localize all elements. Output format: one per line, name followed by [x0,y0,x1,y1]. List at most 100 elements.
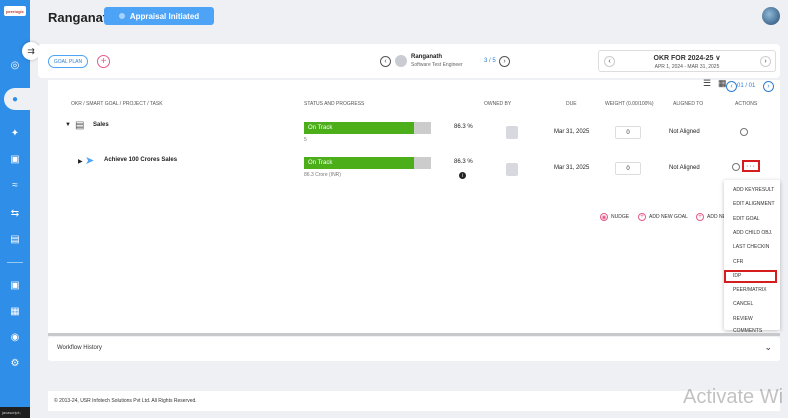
menu-item-review-comments[interactable]: REVIEW COMMENTS [724,313,780,334]
workflow-history-panel[interactable]: Workflow History ⌄ [48,337,780,361]
goal-plan-button[interactable]: GOAL PLAN [48,55,88,68]
goal-name[interactable]: Achieve 100 Crores Sales [104,157,177,163]
chart-icon[interactable]: ≈ [8,178,22,192]
top-bar: Ranganath Appraisal Initiated [30,0,788,36]
status-label: On Track [308,160,333,166]
progress-sub-value: 86.3 Crore (INR) [304,172,341,178]
aligned-status: Not Aligned [669,165,700,171]
chevron-down-icon[interactable]: ⌄ [764,342,772,353]
status-dot-icon [118,13,125,19]
progress-bar: On Track [304,157,431,169]
okr-title: OKR FOR 2024-25 ∨ [653,55,721,62]
page-footer: © 2013-24, USR Infotech Solutions Pvt Lt… [48,391,780,411]
team-icon[interactable]: ● [8,92,22,106]
progress-percent: 86.3 % [454,159,473,165]
employee-avatar [395,55,407,67]
progress-fill: On Track [304,157,414,169]
add-new-button[interactable]: + ADD NE [696,213,726,221]
nudge-icon: ◉ [600,213,608,221]
report-icon[interactable]: ▣ [8,278,22,292]
action-circle-icon[interactable] [740,128,748,136]
browser-status-bar: javascript:; [0,407,30,418]
next-period-button[interactable]: › [760,56,771,67]
prev-page-button[interactable]: ‹ [726,81,737,92]
action-menu: ADD KEYRESULT EDIT ALIGNMENT EDIT GOAL A… [724,180,780,334]
horizontal-scrollbar[interactable] [48,333,780,336]
calendar-icon[interactable]: ▦ [8,304,22,318]
okr-period-selector[interactable]: ‹ OKR FOR 2024-25 ∨ APR 1, 2024 - MAR 31… [598,50,776,72]
next-employee-button[interactable]: › [499,56,510,67]
progress-percent: 86.3 % [454,124,473,130]
next-page-button[interactable]: › [763,81,774,92]
idp-highlight [724,270,777,283]
due-date: Mar 31, 2025 [554,129,590,135]
weight-input[interactable]: 0 [615,162,641,175]
col-header-actions: ACTIONS [735,101,758,107]
col-header-owner: OWNED BY [484,101,512,107]
expand-row-icon[interactable]: ▼ [65,122,71,128]
add-new-goal-button[interactable]: + ADD NEW GOAL [638,213,688,221]
appraisal-status-button[interactable]: Appraisal Initiated [104,7,214,25]
due-date: Mar 31, 2025 [554,165,590,171]
flow-icon[interactable]: ⇆ [8,206,22,220]
sidebar-divider [7,262,23,263]
status-label: On Track [308,125,333,131]
expand-row-icon[interactable]: ▶ [78,158,83,165]
collapse-arrow-icon: ⇉ [27,45,35,56]
menu-item-edit-alignment[interactable]: EDIT ALIGNMENT [724,198,780,210]
employee-count: 3 / 5 [484,58,496,64]
progress-fill: On Track [304,122,414,134]
col-header-aligned: ALIGNED TO [673,101,704,107]
user-avatar[interactable] [762,7,780,25]
owner-avatar[interactable] [506,126,518,139]
menu-item-add-keyresult[interactable]: ADD KEYRESULT [724,184,780,196]
okr-date-range: APR 1, 2024 - MAR 31, 2025 [654,64,720,70]
goal-header-card: GOAL PLAN + ‹ Ranganath Software Test En… [38,44,780,78]
goal-name[interactable]: Sales [93,122,109,128]
objective-icon: ▤ [75,120,85,131]
person-walk-icon[interactable]: ✦ [8,126,22,140]
workflow-history-label: Workflow History [57,345,102,351]
employee-title: Software Test Engineer [411,62,463,68]
goals-table: ☰ ▦ ‹ 01 / 01 › OKR / SMART GOAL / PROJE… [48,78,780,333]
progress-bar: On Track [304,122,431,134]
sidebar: peerlogic ◎ ● ✦ ▣ ≈ ⇆ ▤ ▣ ▦ ◉ ⚙ [0,0,30,418]
document-icon[interactable]: ▤ [8,232,22,246]
col-header-due: DUE [566,101,577,107]
plus-icon: + [696,213,704,221]
menu-item-peer-matrix[interactable]: PEER/MATRIX [724,284,780,296]
app-logo: peerlogic [4,6,26,16]
col-header-goal: OKR / SMART GOAL / PROJECT / TASK [71,101,163,107]
copyright-text: © 2013-24, USR Infotech Solutions Pvt Lt… [54,398,197,404]
menu-item-add-child-obj[interactable]: ADD CHILD OBJ. [724,227,780,239]
menu-item-last-checkin[interactable]: LAST CHECKIN [724,241,780,253]
target-icon: ➤ [85,155,95,167]
nudge-button[interactable]: ◉ NUDGE [600,213,629,221]
more-actions-button[interactable]: ··· [742,160,760,172]
page-count: 01 / 01 [737,83,756,89]
info-icon[interactable]: i [459,172,466,179]
people-icon[interactable]: ◉ [8,330,22,344]
progress-sub-value: 5 [304,137,307,143]
add-plan-button[interactable]: + [97,55,110,68]
appraisal-status-label: Appraisal Initiated [129,11,200,21]
aligned-status: Not Aligned [669,129,700,135]
list-view-icon[interactable]: ☰ [703,78,711,89]
nudge-label: NUDGE [611,214,630,220]
col-header-weight: WEIGHT (0.00/100%) [605,101,654,107]
owner-avatar[interactable] [506,163,518,176]
action-circle-icon[interactable] [732,163,740,171]
menu-item-cfr[interactable]: CFR [724,256,780,268]
add-new-goal-label: ADD NEW GOAL [649,214,688,220]
col-header-status: STATUS AND PROGRESS [304,101,365,107]
activate-windows-watermark: Activate Wi [683,386,784,408]
weight-input[interactable]: 0 [615,126,641,139]
employee-name: Ranganath [411,54,443,60]
plus-icon: + [638,213,646,221]
settings-icon[interactable]: ⚙ [8,356,22,370]
dashboard-icon[interactable]: ◎ [8,58,22,72]
menu-item-cancel[interactable]: CANCEL [724,298,780,310]
prev-employee-button[interactable]: ‹ [380,56,391,67]
menu-item-edit-goal[interactable]: EDIT GOAL [724,213,780,225]
book-icon[interactable]: ▣ [8,152,22,166]
